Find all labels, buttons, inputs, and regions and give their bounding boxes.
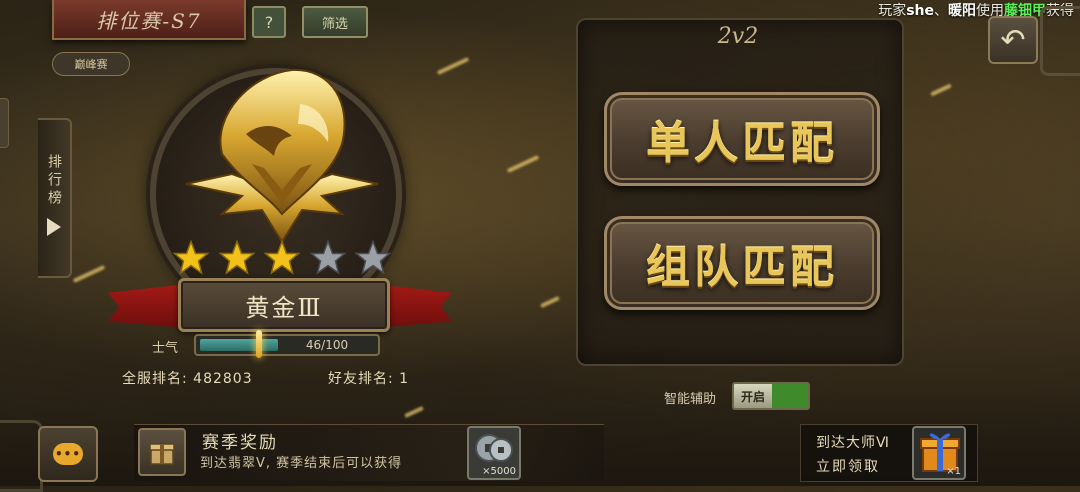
- coin-reward-slot[interactable]: ×5000: [467, 426, 521, 480]
- corner-frame: [1040, 6, 1080, 76]
- season-banner: 排位赛-S7: [52, 0, 246, 40]
- help-button[interactable]: ?: [252, 6, 286, 38]
- leaderboard-label: 排行榜: [46, 154, 62, 208]
- season-reward-description: 到达翡翠Ⅴ, 赛季结束后可以获得: [200, 456, 403, 471]
- smart-assist-label: 智能辅助: [664, 392, 717, 407]
- coin-quantity: ×5000: [482, 466, 516, 477]
- rank-name: 黄金Ⅲ: [245, 293, 323, 322]
- match-mode-panel: [576, 18, 904, 366]
- gift-quantity: ×1: [946, 466, 961, 477]
- light-streak: [404, 405, 424, 419]
- rank-stars: [172, 240, 392, 275]
- master-reward-goal: 到达大师Ⅵ: [816, 435, 890, 451]
- ribbon-left: [108, 284, 188, 328]
- light-streak: [506, 155, 540, 173]
- team-match-label: 组队匹配: [646, 242, 838, 293]
- star-empty-icon: [354, 240, 392, 275]
- light-streak: [540, 295, 560, 309]
- star-filled-icon: [217, 240, 256, 275]
- solo-match-button[interactable]: 单人匹配: [604, 92, 880, 186]
- morale-bar: 46/100: [194, 334, 380, 356]
- broadcast-player: she: [906, 3, 934, 19]
- chat-bubble-icon: •••: [53, 443, 83, 465]
- mode-title: 2v2: [717, 24, 759, 49]
- star-filled-icon: [172, 240, 210, 275]
- broadcast-separator: 、: [934, 3, 948, 19]
- smart-assist-toggle[interactable]: 开启: [732, 382, 810, 410]
- broadcast-player2: 暖阳: [948, 3, 976, 19]
- star-filled-icon: [263, 240, 301, 275]
- friend-rank: 好友排名: 1: [328, 371, 410, 387]
- gift-box-icon: [149, 443, 175, 465]
- play-arrow-icon: [47, 218, 61, 236]
- filter-button[interactable]: 筛选: [302, 6, 368, 38]
- morale-value: 46/100: [305, 338, 349, 352]
- light-streak: [72, 265, 106, 283]
- back-arrow-icon: ↶: [1000, 22, 1026, 58]
- star-empty-icon: [308, 240, 347, 275]
- copper-coins-icon: [475, 434, 513, 462]
- light-streak: [436, 57, 470, 75]
- smart-assist-indicator: [772, 384, 808, 408]
- gift-reward-slot[interactable]: ×1: [912, 426, 966, 480]
- server-rank: 全服排名: 482803: [122, 371, 253, 387]
- side-drawer-handle[interactable]: [0, 98, 9, 148]
- tier-chip[interactable]: 巅峰赛: [52, 52, 130, 76]
- season-title: 排位赛-S7: [96, 8, 202, 33]
- gold-tiger-emblem-icon: [185, 68, 379, 244]
- chat-button[interactable]: •••: [38, 426, 98, 482]
- rank-plate: 黄金Ⅲ: [178, 278, 390, 332]
- leaderboard-tab[interactable]: 排行榜: [38, 118, 72, 278]
- team-match-button[interactable]: 组队匹配: [604, 216, 880, 310]
- morale-label: 士气: [152, 341, 179, 356]
- broadcast-prefix: 玩家: [878, 3, 907, 19]
- light-streak: [930, 83, 952, 97]
- back-button[interactable]: ↶: [988, 16, 1038, 64]
- season-reward-icon-box[interactable]: [138, 428, 186, 476]
- season-reward-title: 赛季奖励: [202, 433, 278, 453]
- morale-marker: [256, 330, 262, 358]
- smart-assist-on-label: 开启: [734, 384, 772, 408]
- corner-ornament: [0, 420, 43, 492]
- solo-match-label: 单人匹配: [646, 118, 838, 169]
- master-reward-claim[interactable]: 立即领取: [816, 456, 880, 476]
